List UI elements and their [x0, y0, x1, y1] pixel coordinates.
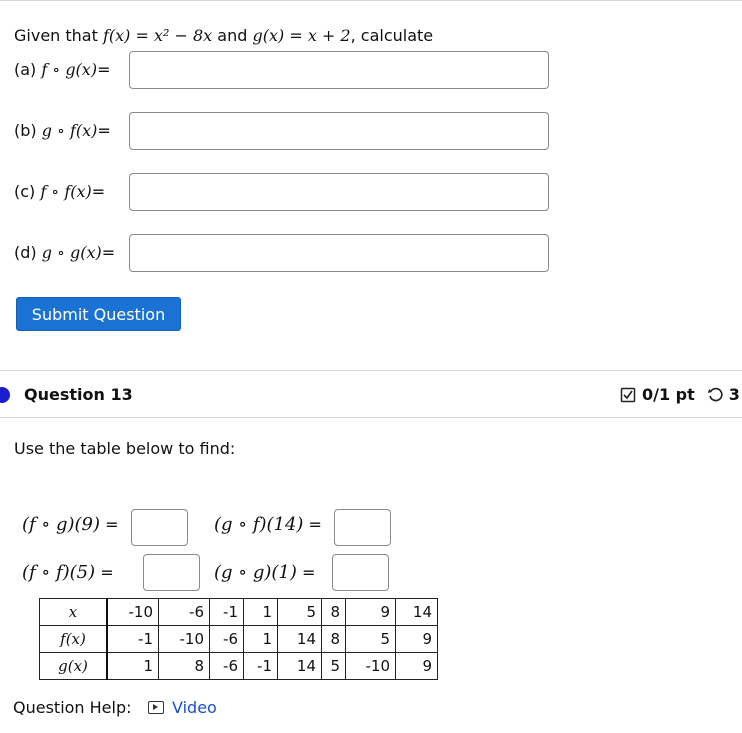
part-c-input[interactable] — [129, 173, 549, 211]
g-definition: g(x) = x + 2 — [252, 26, 351, 45]
row-header-gx: g(x) — [39, 652, 108, 680]
video-help-link[interactable]: Video — [148, 698, 217, 717]
part-b-label: (b) g ∘ f(x)= — [14, 121, 111, 140]
question-13-title: Question 13 — [24, 385, 133, 404]
checkbox-icon — [620, 387, 636, 402]
part-a-input[interactable] — [129, 51, 549, 89]
item-fog-9-input[interactable] — [131, 509, 188, 546]
video-icon — [148, 701, 164, 714]
part-c-label: (c) f ∘ f(x)= — [14, 182, 106, 201]
question-help-label: Question Help: — [13, 698, 132, 717]
part-a-label: (a) f ∘ g(x)= — [14, 60, 111, 79]
table-row-fx: f(x) -1 -10 -6 1 14 8 5 9 — [39, 625, 438, 653]
question-status-icon — [0, 387, 10, 403]
table-row-gx: g(x) 1 8 -6 -1 14 5 -10 9 — [39, 652, 438, 680]
row-header-fx: f(x) — [39, 625, 108, 653]
part-d-input[interactable] — [129, 234, 549, 272]
part-b-input[interactable] — [129, 112, 549, 150]
table-row-x: x -10 -6 -1 1 5 8 9 14 — [39, 598, 438, 626]
item-fof-5-label: (f ∘ f)(5) = — [22, 562, 114, 583]
item-fof-5-input[interactable] — [143, 554, 200, 591]
section-divider-top — [0, 370, 742, 371]
item-gog-1-input[interactable] — [332, 554, 389, 591]
item-gof-14-label: (g ∘ f)(14) = — [214, 514, 322, 535]
retry-icon — [707, 387, 723, 401]
section-divider-bottom — [0, 417, 742, 418]
row-header-x: x — [39, 598, 108, 626]
part-d-label: (d) g ∘ g(x)= — [14, 243, 116, 262]
item-gof-14-input[interactable] — [334, 509, 391, 546]
top-divider — [0, 0, 742, 1]
item-gog-1-label: (g ∘ g)(1) = — [214, 562, 316, 583]
q13-instruction: Use the table below to find: — [14, 439, 236, 458]
f-definition: f(x) = x² − 8x — [102, 26, 213, 45]
function-values-table: x -10 -6 -1 1 5 8 9 14 f(x) -1 -10 -6 1 … — [39, 598, 438, 680]
q12-prompt: Given that f(x) = x² − 8x and g(x) = x +… — [14, 26, 434, 45]
score-badge[interactable]: 0/1 pt 3 — [620, 385, 740, 404]
submit-question-button[interactable]: Submit Question — [16, 297, 181, 331]
item-fog-9-label: (f ∘ g)(9) = — [22, 514, 119, 535]
